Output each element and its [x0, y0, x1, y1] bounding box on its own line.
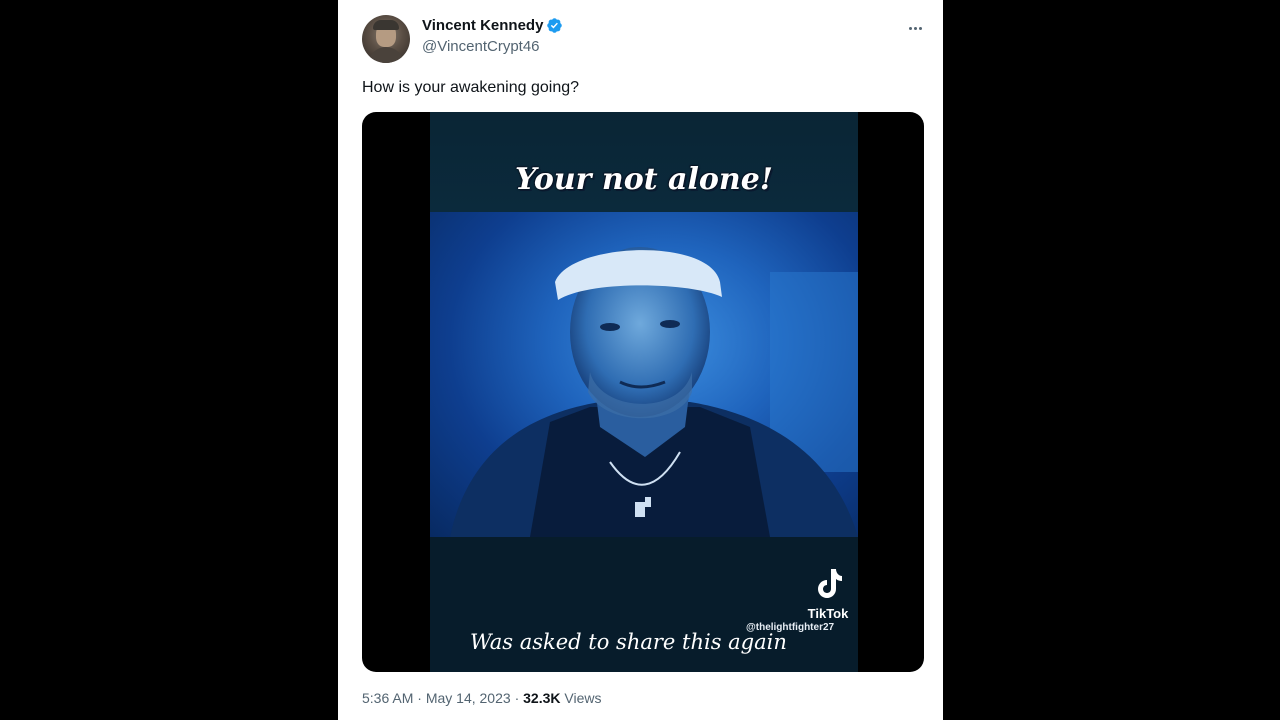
video-player[interactable]: Your not alone! TikTok @thelightfighter2… [362, 112, 924, 672]
tweet-card: Vincent Kennedy @VincentCrypt46 How is y… [338, 0, 943, 720]
views-label: Views [564, 690, 602, 706]
views-count: 32.3K [523, 690, 561, 706]
tiktok-watermark: TikTok [798, 567, 858, 621]
verified-badge-icon [547, 18, 563, 33]
tiktok-logo-icon [818, 569, 842, 598]
tiktok-brand-label: TikTok [807, 606, 849, 621]
tweet-time[interactable]: 5:36 AM [362, 690, 413, 706]
author-handle[interactable]: @VincentCrypt46 [422, 38, 540, 55]
avatar[interactable] [362, 15, 410, 63]
tweet-meta: 5:36 AM · May 14, 2023 · 32.3K Views [362, 690, 601, 706]
video-caption-top: Your not alone! [515, 162, 773, 197]
tweet-date[interactable]: May 14, 2023 [426, 690, 511, 706]
ellipsis-icon [908, 26, 912, 30]
meta-separator: · [417, 690, 422, 706]
video-frame[interactable]: Your not alone! TikTok @thelightfighter2… [430, 112, 858, 672]
author-name-row[interactable]: Vincent Kennedy [422, 17, 563, 34]
author-name[interactable]: Vincent Kennedy [422, 17, 543, 34]
meta-separator: · [514, 690, 520, 706]
video-still-image [430, 212, 858, 537]
video-caption-bottom: Was asked to share this again [470, 630, 787, 654]
tweet-text: How is your awakening going? [362, 79, 580, 96]
more-options-button[interactable] [904, 18, 926, 38]
